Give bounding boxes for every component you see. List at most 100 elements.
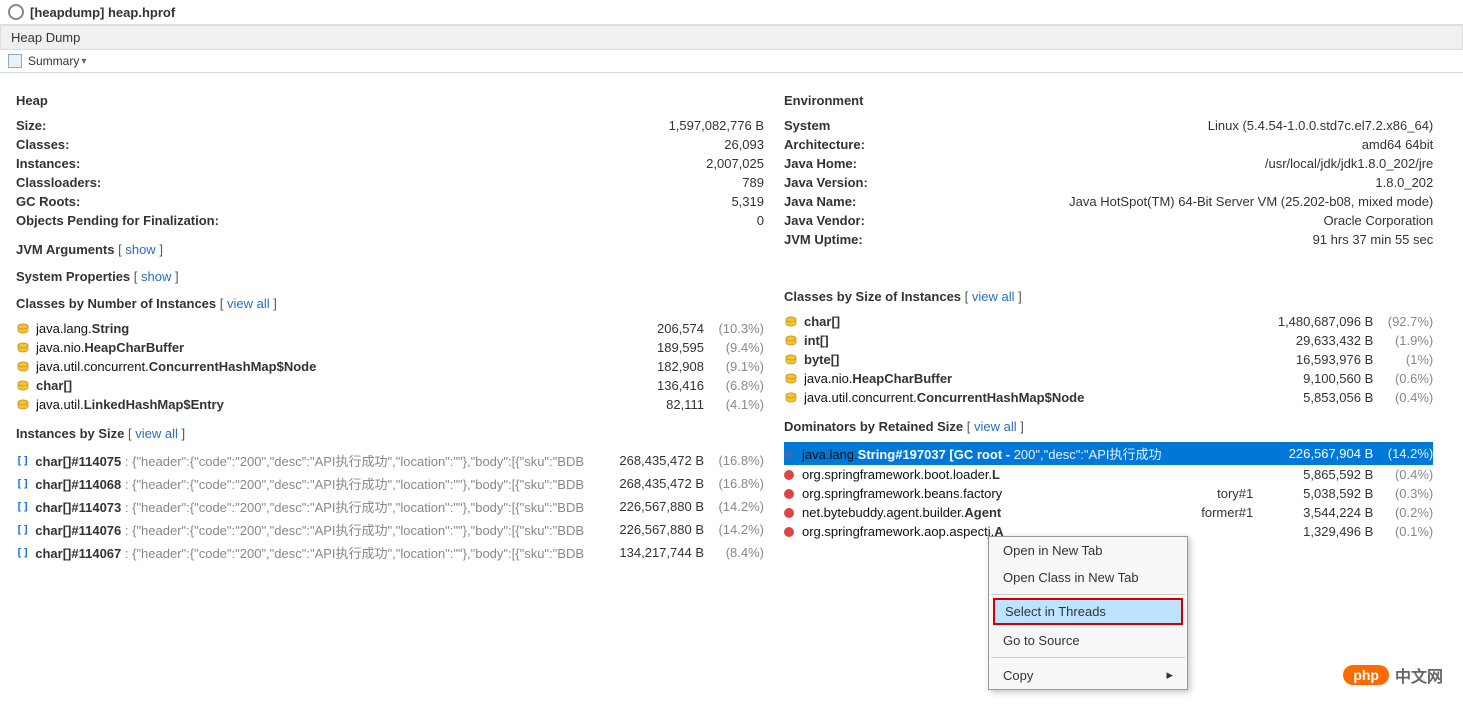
env-row: Java Home:/usr/local/jdk/jdk1.8.0_202/jr… — [784, 154, 1433, 173]
instances-by-size-viewall-link[interactable]: view all — [135, 426, 178, 441]
classes-by-size-name: java.util.concurrent.ConcurrentHashMap$N… — [804, 390, 1253, 405]
jvm-args-show-link[interactable]: show — [125, 242, 155, 257]
dominator-name: org.springframework.beans.factory — [802, 486, 1017, 501]
menu-item[interactable]: Open in New Tab — [989, 537, 1187, 564]
instance-name: char[]#114068 : {"header":{"code":"200",… — [35, 474, 584, 493]
env-key: JVM Uptime: — [784, 232, 863, 247]
dominators-viewall-link[interactable]: view all — [974, 419, 1017, 434]
classes-by-size-value: 29,633,432 B — [1253, 333, 1373, 348]
class-icon — [784, 335, 798, 347]
menu-item[interactable]: Select in Threads — [993, 598, 1183, 625]
heap-key: Classes: — [16, 137, 69, 152]
dominator-row[interactable]: java.lang.String#197037 [GC root - 200",… — [784, 442, 1433, 465]
dominator-row[interactable]: org.springframework.beans.factorytory#15… — [784, 484, 1433, 503]
summary-dropdown[interactable]: Summary ▾ — [0, 50, 1463, 73]
env-value: 1.8.0_202 — [1375, 175, 1433, 190]
array-icon: [] — [16, 523, 29, 536]
instance-row[interactable]: []char[]#114076 : {"header":{"code":"200… — [16, 518, 764, 541]
instance-name: char[]#114073 : {"header":{"code":"200",… — [35, 497, 584, 516]
classes-by-size-viewall-link[interactable]: view all — [972, 289, 1015, 304]
array-icon: [] — [16, 500, 29, 513]
classes-by-num-row[interactable]: java.nio.HeapCharBuffer189,595(9.4%) — [16, 338, 764, 357]
instance-pct: (16.8%) — [704, 476, 764, 491]
classes-by-size-value: 5,853,056 B — [1253, 390, 1373, 405]
heap-value: 1,597,082,776 B — [669, 118, 764, 133]
sys-props-show-link[interactable]: show — [141, 269, 171, 284]
env-row: Java Name:Java HotSpot(TM) 64-Bit Server… — [784, 192, 1433, 211]
menu-item-label: Select in Threads — [1005, 604, 1106, 619]
object-dot-icon — [784, 489, 794, 499]
instance-row[interactable]: []char[]#114068 : {"header":{"code":"200… — [16, 472, 764, 495]
classes-by-size-row[interactable]: char[]1,480,687,096 B(92.7%) — [784, 312, 1433, 331]
instance-row[interactable]: []char[]#114075 : {"header":{"code":"200… — [16, 449, 764, 472]
env-key: Java Home: — [784, 156, 857, 171]
instance-pct: (16.8%) — [704, 453, 764, 468]
heap-value: 5,319 — [731, 194, 764, 209]
instance-size: 134,217,744 B — [584, 545, 704, 560]
menu-item-label: Open in New Tab — [1003, 543, 1103, 558]
heap-key: GC Roots: — [16, 194, 80, 209]
right-column: Environment SystemLinux (5.4.54-1.0.0.st… — [784, 81, 1453, 564]
classes-by-num-value: 206,574 — [584, 321, 704, 336]
env-row: JVM Uptime:91 hrs 37 min 55 sec — [784, 230, 1433, 249]
classes-by-size-row[interactable]: java.nio.HeapCharBuffer9,100,560 B(0.6%) — [784, 369, 1433, 388]
class-icon — [784, 354, 798, 366]
menu-item[interactable]: Copy▸ — [989, 661, 1187, 689]
heap-row: Classloaders:789 — [16, 173, 764, 192]
sys-props-title: System Properties [ show ] — [16, 269, 764, 284]
dominator-pct: (14.2%) — [1373, 446, 1433, 461]
classes-by-num-row[interactable]: java.util.concurrent.ConcurrentHashMap$N… — [16, 357, 764, 376]
instance-pct: (8.4%) — [704, 545, 764, 560]
classes-by-num-pct: (10.3%) — [704, 321, 764, 336]
classes-by-size-row[interactable]: int[]29,633,432 B(1.9%) — [784, 331, 1433, 350]
dominator-pct: (0.3%) — [1373, 486, 1433, 501]
classes-by-num-value: 136,416 — [584, 378, 704, 393]
dominator-pct: (0.1%) — [1373, 524, 1433, 539]
env-key: Java Name: — [784, 194, 856, 209]
env-key: System — [784, 118, 830, 133]
context-menu: Open in New Tab Open Class in New Tab Sele… — [988, 536, 1188, 690]
classes-by-num-pct: (6.8%) — [704, 378, 764, 393]
class-icon — [16, 380, 30, 392]
dominator-row[interactable]: org.springframework.boot.loader.L5,865,5… — [784, 465, 1433, 484]
classes-by-size-value: 9,100,560 B — [1253, 371, 1373, 386]
classes-by-num-title: Classes by Number of Instances [ view al… — [16, 296, 764, 311]
classes-by-num-viewall-link[interactable]: view all — [227, 296, 270, 311]
instance-row[interactable]: []char[]#114067 : {"header":{"code":"200… — [16, 541, 764, 564]
classes-by-size-name: java.nio.HeapCharBuffer — [804, 371, 1253, 386]
chevron-down-icon: ▾ — [81, 56, 86, 67]
heap-row: Size:1,597,082,776 B — [16, 116, 764, 135]
classes-by-size-pct: (0.6%) — [1373, 371, 1433, 386]
dominator-size: 226,567,904 B — [1253, 446, 1373, 461]
heap-value: 0 — [757, 213, 764, 228]
heap-row: Instances:2,007,025 — [16, 154, 764, 173]
classes-by-size-row[interactable]: java.util.concurrent.ConcurrentHashMap$N… — [784, 388, 1433, 407]
tab-heap-dump[interactable]: Heap Dump — [0, 25, 1463, 50]
classes-by-size-row[interactable]: byte[]16,593,976 B(1%) — [784, 350, 1433, 369]
class-icon — [784, 392, 798, 404]
window-header: [heapdump] heap.hprof — [0, 0, 1463, 25]
classes-by-num-value: 182,908 — [584, 359, 704, 374]
menu-item[interactable]: Open Class in New Tab — [989, 564, 1187, 591]
env-title: Environment — [784, 93, 1433, 108]
classes-by-num-name: char[] — [36, 378, 584, 393]
menu-item[interactable]: Go to Source — [989, 627, 1187, 654]
instance-row[interactable]: [] char[]#114073 : {"header":{"code":"200… — [16, 495, 764, 518]
classes-by-num-row[interactable]: java.util.LinkedHashMap$Entry82,111(4.1%… — [16, 395, 764, 414]
classes-by-num-row[interactable]: char[]136,416(6.8%) — [16, 376, 764, 395]
instance-size: 268,435,472 B — [584, 476, 704, 491]
env-row: SystemLinux (5.4.54-1.0.0.std7c.el7.2.x8… — [784, 116, 1433, 135]
object-dot-icon — [784, 470, 794, 480]
dominator-row[interactable]: net.bytebuddy.agent.builder.Agentformer#… — [784, 503, 1433, 522]
object-dot-icon — [784, 527, 794, 537]
env-key: Java Version: — [784, 175, 868, 190]
instance-pct: (14.2%) — [704, 522, 764, 537]
classes-by-size-pct: (92.7%) — [1373, 314, 1433, 329]
left-column: Heap Size:1,597,082,776 BClasses:26,093I… — [16, 81, 784, 564]
dominator-pct: (0.4%) — [1373, 467, 1433, 482]
env-row: Java Vendor:Oracle Corporation — [784, 211, 1433, 230]
classes-by-num-pct: (4.1%) — [704, 397, 764, 412]
heap-row: Classes:26,093 — [16, 135, 764, 154]
heap-row: Objects Pending for Finalization:0 — [16, 211, 764, 230]
classes-by-num-row[interactable]: java.lang.String206,574(10.3%) — [16, 319, 764, 338]
